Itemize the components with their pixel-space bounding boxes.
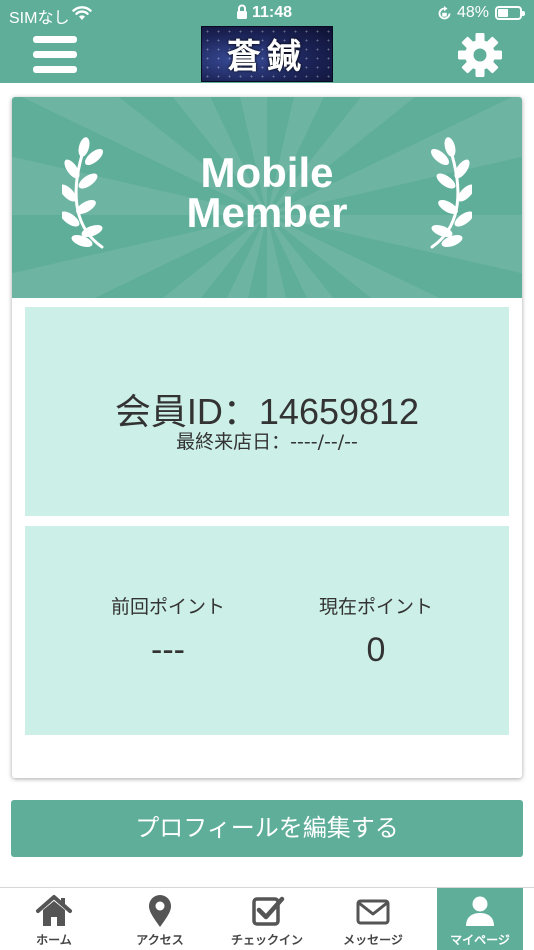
tab-checkin[interactable]: チェックイン: [224, 888, 310, 950]
logo-text: 蒼鍼: [227, 37, 307, 77]
home-icon: [36, 895, 72, 926]
current-points-label: 現在ポイント: [318, 596, 433, 618]
battery-icon: [495, 6, 525, 20]
hamburger-menu-button[interactable]: [33, 36, 77, 74]
map-pin-icon: [149, 895, 171, 927]
member-card: Mobile Member 会員ID：14659812 最終来店日：----/-…: [12, 97, 522, 778]
lock-icon: [236, 4, 248, 25]
edit-profile-button[interactable]: プロフィールを編集する: [11, 800, 523, 857]
last-visit-date: 最終来店日：----/--/--: [176, 431, 358, 453]
wifi-icon: [72, 5, 92, 26]
shop-logo: 蒼鍼: [201, 26, 333, 82]
current-points: 現在ポイント 0: [276, 592, 476, 670]
checkin-icon: [252, 896, 285, 926]
app-header: 蒼鍼: [0, 26, 534, 83]
envelope-icon: [356, 899, 390, 925]
previous-points-value: ---: [151, 631, 185, 669]
gear-icon: [458, 33, 502, 77]
member-id-panel: 会員ID：14659812 最終来店日：----/--/--: [25, 307, 509, 516]
tab-mypage[interactable]: マイページ: [437, 888, 523, 950]
previous-points-label: 前回ポイント: [110, 596, 225, 618]
tab-access-label: アクセス: [136, 933, 184, 947]
banner-title-line2: Member: [186, 189, 348, 236]
hamburger-menu-icon: [33, 36, 77, 43]
previous-points: 前回ポイント ---: [68, 592, 268, 670]
current-points-value: 0: [366, 631, 386, 669]
banner-title: Mobile Member: [12, 149, 522, 236]
settings-button[interactable]: [457, 32, 503, 78]
tab-message-label: メッセージ: [343, 933, 403, 947]
bottom-tab-bar: ホーム アクセス チェックイン メッセージ マイページ: [0, 887, 534, 950]
status-bar: SIMなし 11:48 48%: [0, 0, 534, 27]
points-panel: 前回ポイント --- 現在ポイント 0: [25, 526, 509, 735]
tab-message[interactable]: メッセージ: [330, 888, 416, 950]
tab-access[interactable]: アクセス: [117, 888, 203, 950]
battery-percent: 48%: [457, 4, 490, 21]
card-banner: Mobile Member: [12, 97, 522, 298]
tab-home[interactable]: ホーム: [11, 888, 97, 950]
tab-mypage-label: マイページ: [450, 933, 510, 947]
rotation-lock-icon: [437, 6, 452, 26]
tab-checkin-label: チェックイン: [230, 933, 303, 947]
battery-level-fill: [498, 9, 509, 17]
banner-title-line1: Mobile: [200, 149, 334, 196]
tab-home-label: ホーム: [36, 933, 72, 947]
clock-time: 11:48: [252, 4, 293, 21]
user-icon: [466, 896, 494, 926]
carrier-label: SIMなし: [9, 10, 70, 27]
